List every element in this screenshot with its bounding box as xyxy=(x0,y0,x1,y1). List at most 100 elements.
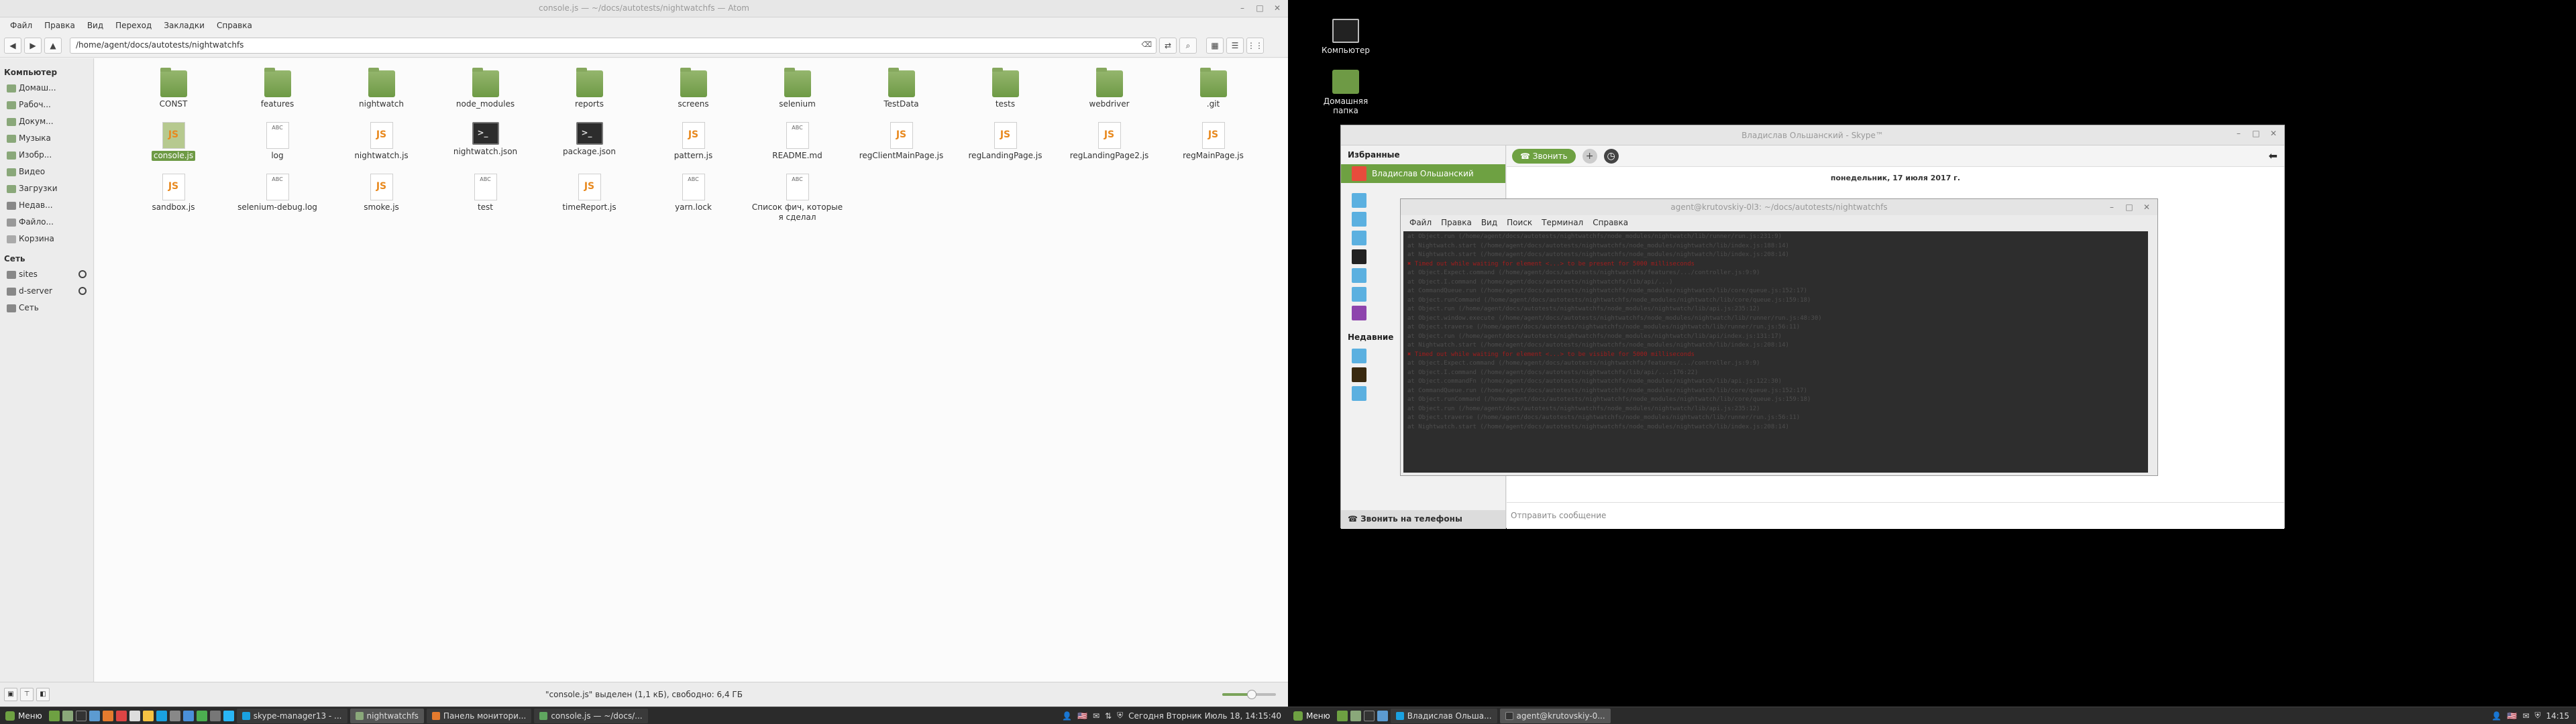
contact-active[interactable]: Владислав Ольшанский xyxy=(1341,164,1505,183)
call-button[interactable]: ☎ Звонить xyxy=(1512,148,1576,164)
menu-file[interactable]: Файл xyxy=(1405,218,1436,227)
show-desktop-icon[interactable] xyxy=(1336,710,1348,721)
sidebar-item-home[interactable]: Домаш... xyxy=(0,80,93,97)
clock-icon[interactable]: ◷ xyxy=(1603,148,1619,164)
window-titlebar[interactable]: console.js — ~/docs/autotests/nightwatch… xyxy=(0,0,1288,17)
file-item[interactable]: log xyxy=(225,122,329,174)
network-icon[interactable]: ⇅ xyxy=(1105,711,1112,721)
sidebar-item-desktop[interactable]: Рабоч... xyxy=(0,97,93,113)
zoom-slider-handle[interactable] xyxy=(1247,690,1256,699)
file-item[interactable]: regClientMainPage.js xyxy=(849,122,953,174)
back-arrow-icon[interactable]: ⬅ xyxy=(2269,149,2277,162)
sidebar-item-pictures[interactable]: Изобр... xyxy=(0,147,93,164)
app-launcher-icon[interactable] xyxy=(1377,710,1388,721)
sidebar-item-d-server[interactable]: d-server xyxy=(0,283,93,300)
app-launcher-icon[interactable] xyxy=(89,710,100,721)
sidebar-header-computer[interactable]: Компьютер xyxy=(0,65,93,80)
file-item[interactable]: tests xyxy=(953,68,1057,122)
menu-view[interactable]: Вид xyxy=(1477,218,1502,227)
file-item[interactable]: README.md xyxy=(745,122,849,174)
terminal-launcher-icon[interactable] xyxy=(75,710,87,721)
app-launcher-icon[interactable] xyxy=(115,710,127,721)
menu-search[interactable]: Поиск xyxy=(1502,218,1537,227)
terminal-titlebar[interactable]: agent@krutovskiy-0l3: ~/docs/autotests/n… xyxy=(1401,199,2157,215)
compact-view-icon[interactable]: ⋮⋮ xyxy=(1246,37,1264,54)
datetime-text[interactable]: Сегодня Вторник Июль 18, 14:15:40 xyxy=(1128,711,1281,721)
sidebar-item-videos[interactable]: Видео xyxy=(0,164,93,180)
file-item[interactable]: webdriver xyxy=(1057,68,1161,122)
file-item[interactable]: regLandingPage.js xyxy=(953,122,1057,174)
file-item[interactable]: timeReport.js xyxy=(537,174,641,225)
menu-go[interactable]: Переход xyxy=(109,21,158,30)
app-launcher-icon[interactable] xyxy=(182,710,194,721)
menu-help[interactable]: Справка xyxy=(1588,218,1633,227)
skype-launcher-icon[interactable] xyxy=(156,710,167,721)
zoom-slider[interactable] xyxy=(1222,690,1276,699)
minimize-icon[interactable]: – xyxy=(1237,3,1248,13)
file-item[interactable]: sandbox.js xyxy=(121,174,225,225)
message-input[interactable]: Отправить сообщение xyxy=(1507,502,2284,529)
maximize-icon[interactable]: □ xyxy=(2124,202,2135,213)
app-launcher-icon[interactable] xyxy=(223,710,234,721)
back-icon[interactable]: ◀ xyxy=(4,37,21,54)
file-item[interactable]: yarn.lock xyxy=(641,174,745,225)
file-item[interactable]: test xyxy=(433,174,537,225)
toggle-path-icon[interactable]: ⇄ xyxy=(1159,37,1177,54)
search-icon[interactable]: ⌕ xyxy=(1179,37,1197,54)
file-item[interactable]: selenium-debug.log xyxy=(225,174,329,225)
menu-edit[interactable]: Правка xyxy=(1436,218,1477,227)
eject-icon[interactable] xyxy=(78,270,87,278)
shield-icon[interactable]: ⛨ xyxy=(2534,711,2540,721)
mail-icon[interactable]: ✉ xyxy=(1093,711,1099,721)
close-icon[interactable]: ✕ xyxy=(2268,128,2279,139)
eject-icon[interactable] xyxy=(78,287,87,295)
terminal-launcher-icon[interactable] xyxy=(1363,710,1375,721)
maximize-icon[interactable]: □ xyxy=(2251,128,2261,139)
show-desktop-icon[interactable] xyxy=(48,710,60,721)
user-icon[interactable]: 👤 xyxy=(1062,711,1072,721)
flag-icon[interactable]: 🇺🇸 xyxy=(2507,711,2517,721)
files-launcher-icon[interactable] xyxy=(62,710,73,721)
skype-titlebar[interactable]: Владислав Ольшанский - Skype™ – □ ✕ xyxy=(1341,125,2284,145)
file-item[interactable]: Список фич, которые я сделал xyxy=(745,174,849,225)
desktop-icon-computer[interactable]: Компьютер xyxy=(1312,19,1379,55)
file-item[interactable]: selenium xyxy=(745,68,849,122)
file-item[interactable]: reports xyxy=(537,68,641,122)
menu-view[interactable]: Вид xyxy=(81,21,109,30)
file-item[interactable]: nightwatch.json xyxy=(433,122,537,174)
add-icon[interactable]: + xyxy=(1582,148,1597,164)
list-view-icon[interactable]: ☰ xyxy=(1226,37,1244,54)
app-launcher-icon[interactable] xyxy=(129,710,140,721)
task-nightwatchfs[interactable]: nightwatchfs xyxy=(350,708,424,723)
file-item[interactable]: regMainPage.js xyxy=(1161,122,1265,174)
file-item[interactable]: nightwatch.js xyxy=(329,122,433,174)
minimize-icon[interactable]: – xyxy=(2233,128,2244,139)
menu-help[interactable]: Справка xyxy=(211,21,258,30)
mail-icon[interactable]: ✉ xyxy=(2522,711,2529,721)
sidebar-item-music[interactable]: Музыка xyxy=(0,130,93,147)
app-launcher-icon[interactable] xyxy=(169,710,180,721)
minimize-icon[interactable]: – xyxy=(2106,202,2117,213)
location-input[interactable]: /home/agent/docs/autotests/nightwatchfs … xyxy=(70,37,1157,54)
file-item[interactable]: nightwatch xyxy=(329,68,433,122)
file-item[interactable]: smoke.js xyxy=(329,174,433,225)
up-icon[interactable]: ▲ xyxy=(44,37,62,54)
task-atom[interactable]: console.js — ~/docs/... xyxy=(534,708,648,723)
files-launcher-icon[interactable] xyxy=(1350,710,1361,721)
desktop-icon-home[interactable]: Домашняя папка xyxy=(1312,70,1379,115)
close-icon[interactable]: ✕ xyxy=(2141,202,2152,213)
file-item[interactable]: pattern.js xyxy=(641,122,745,174)
file-item[interactable]: features xyxy=(225,68,329,122)
sidebar-item-trash[interactable]: Корзина xyxy=(0,231,93,247)
file-item[interactable]: .git xyxy=(1161,68,1265,122)
sidebar-item-filesystem[interactable]: Файло... xyxy=(0,214,93,231)
clear-location-icon[interactable]: ⌫ xyxy=(1141,40,1152,49)
file-item[interactable]: screens xyxy=(641,68,745,122)
sidebar-item-network[interactable]: Сеть xyxy=(0,300,93,316)
sidebar-item-downloads[interactable]: Загрузки xyxy=(0,180,93,197)
menu-button[interactable]: Меню xyxy=(0,711,48,721)
file-item[interactable]: regLandingPage2.js xyxy=(1057,122,1161,174)
menu-terminal[interactable]: Терминал xyxy=(1537,218,1588,227)
file-item[interactable]: TestData xyxy=(849,68,953,122)
clock-text[interactable]: 14:15 xyxy=(2546,711,2569,721)
